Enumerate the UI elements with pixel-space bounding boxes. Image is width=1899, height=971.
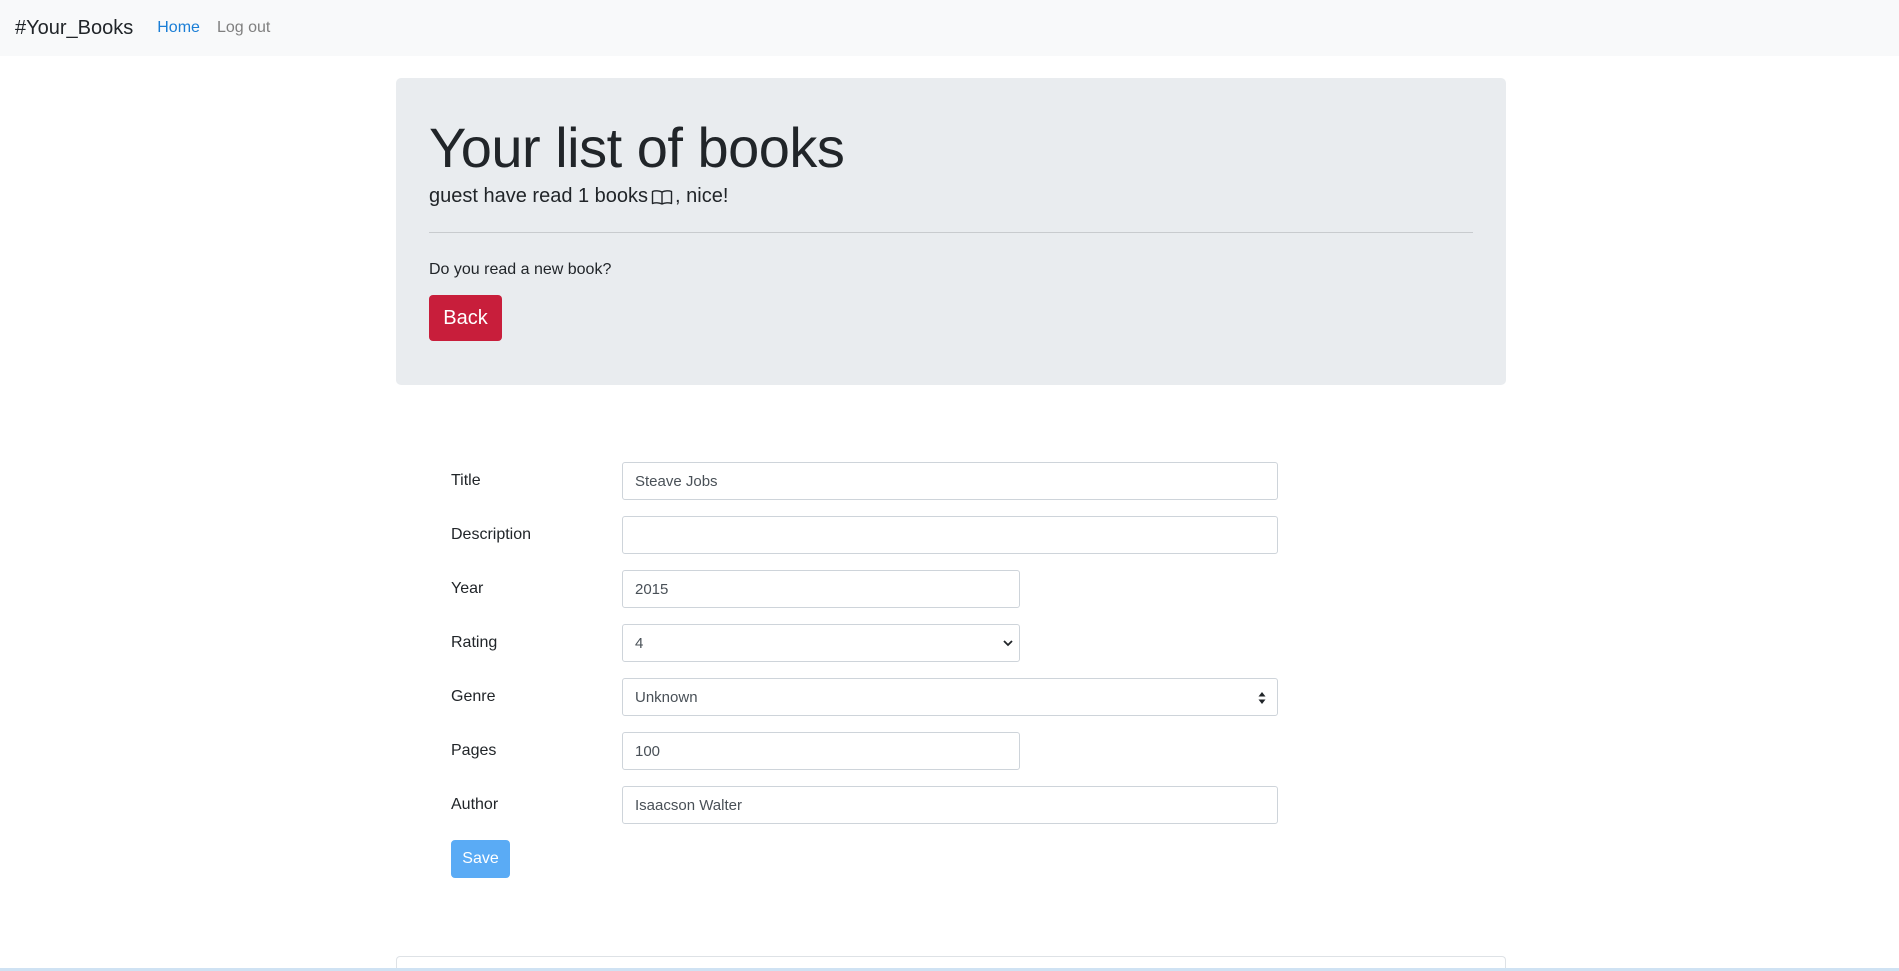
pages-label: Pages: [451, 742, 497, 759]
form-row-title: Title Steave Jobs: [450, 462, 1280, 516]
form-row-genre: Genre Unknown: [450, 678, 1280, 732]
books-read-text: guest have read 1 books: [429, 185, 649, 208]
year-label: Year: [451, 580, 484, 597]
rating-selected-value: 4: [635, 634, 644, 652]
rating-label: Rating: [451, 634, 498, 651]
divider: [429, 232, 1473, 234]
genre-label: Genre: [451, 688, 496, 705]
nav-home-link[interactable]: Home: [157, 19, 200, 37]
genre-selected-value: Unknown: [635, 688, 698, 706]
save-button[interactable]: Save: [451, 840, 510, 878]
author-label: Author: [451, 796, 499, 813]
title-label: Title: [451, 472, 481, 489]
book-icon: [651, 188, 673, 206]
back-button[interactable]: Back: [429, 295, 502, 342]
description-label: Description: [451, 526, 532, 543]
chevron-down-icon: [1002, 636, 1014, 648]
page-title: Your list of books: [429, 116, 845, 179]
navbar: #Your_Books Home Log out: [0, 0, 1899, 56]
title-input[interactable]: Steave Jobs: [622, 462, 1278, 500]
author-input[interactable]: Isaacson Walter: [622, 786, 1278, 824]
sort-arrows-icon: [1258, 691, 1266, 705]
nav-logout-link[interactable]: Log out: [217, 19, 270, 37]
form-row-rating: Rating 4: [450, 624, 1280, 678]
jumbotron: Your list of books guest have read 1 boo…: [396, 78, 1506, 385]
books-read-summary: guest have read 1 books , nice!: [429, 185, 1473, 208]
books-read-suffix: , nice!: [675, 185, 729, 208]
book-form: Title Steave Jobs Description Year 2015 …: [450, 462, 1280, 878]
form-row-pages: Pages 100: [450, 732, 1280, 786]
year-input[interactable]: 2015: [622, 570, 1020, 608]
form-row-description: Description: [450, 516, 1280, 570]
description-input[interactable]: [622, 516, 1278, 554]
new-book-question: Do you read a new book?: [429, 261, 612, 279]
rating-select[interactable]: 4: [622, 624, 1020, 662]
pages-input[interactable]: 100: [622, 732, 1020, 770]
brand-logo[interactable]: #Your_Books: [15, 17, 133, 40]
genre-select[interactable]: Unknown: [622, 678, 1278, 716]
form-row-year: Year 2015: [450, 570, 1280, 624]
form-row-author: Author Isaacson Walter: [450, 786, 1280, 840]
